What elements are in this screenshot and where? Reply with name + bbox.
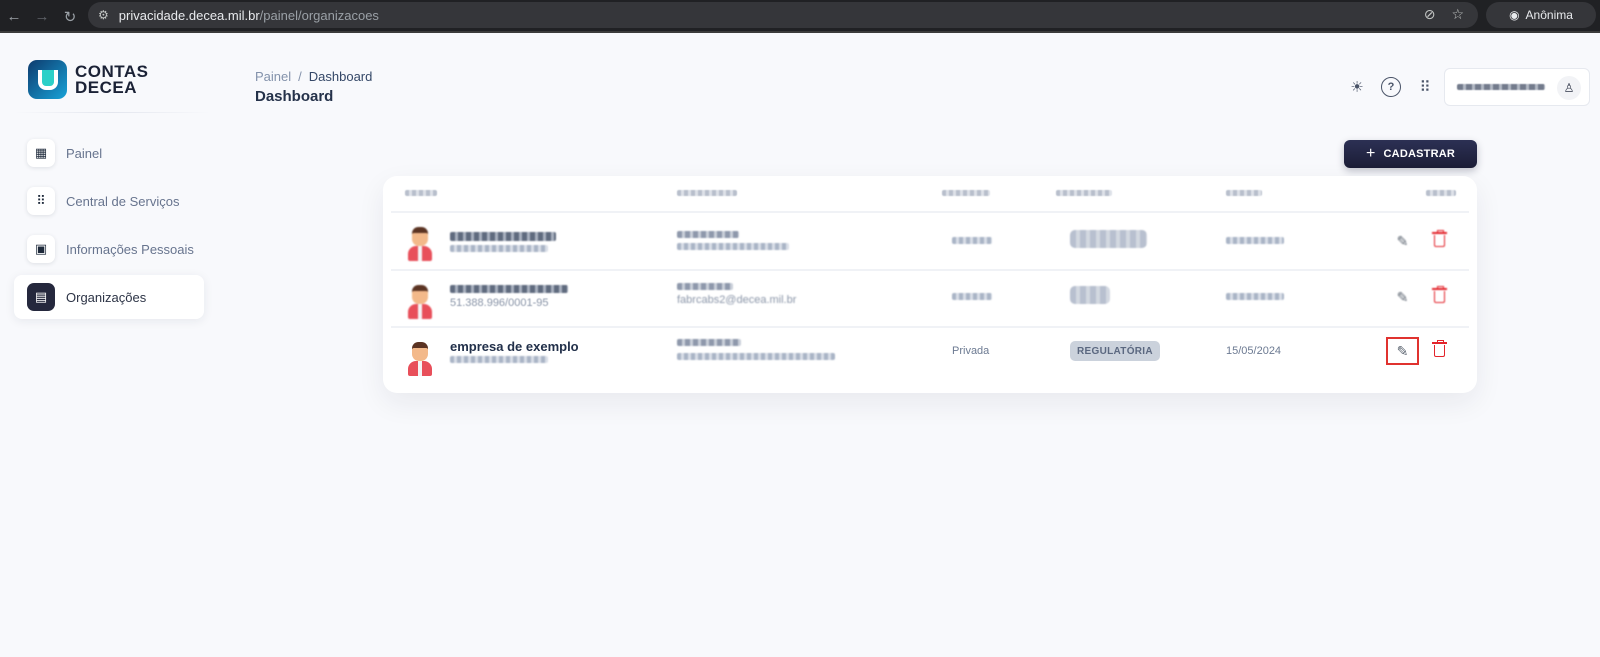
edit-button[interactable]: ✎ (1386, 227, 1419, 255)
sidebar-item-label: Informações Pessoais (66, 241, 194, 257)
pencil-icon: ✎ (1396, 288, 1409, 305)
sidebar-item-label: Central de Serviços (66, 193, 180, 209)
breadcrumb-current: Dashboard (308, 69, 373, 84)
column-header-redacted (1056, 190, 1112, 196)
address-bar[interactable]: ⚙ privacidade.decea.mil.br/painel/organi… (88, 2, 1478, 28)
delete-button[interactable] (1429, 337, 1449, 365)
help-icon[interactable]: ? (1381, 77, 1401, 97)
plus-icon: + (1365, 145, 1376, 162)
org-name: empresa de exemplo (450, 339, 579, 354)
table-row[interactable]: empresa de exemplo Privada REGULATÓRIA 1… (383, 328, 1477, 384)
tag-redacted (1070, 286, 1110, 304)
sidebar-item-organizacoes[interactable]: ▤ Organizações (14, 275, 204, 319)
column-header-redacted (405, 190, 437, 196)
trash-icon (1431, 230, 1447, 247)
category-badge: REGULATÓRIA (1070, 341, 1160, 361)
breadcrumb-separator: / (298, 69, 302, 84)
org-email: fabrcabs2@decea.mil.br (677, 294, 797, 306)
avatar (405, 227, 435, 261)
sidebar-item-central-servicos[interactable]: ⠿ Central de Serviços (14, 179, 204, 223)
avatar (405, 342, 435, 376)
org-cnpj: 51.388.996/0001-95 (450, 297, 549, 309)
avatar (405, 285, 435, 319)
type-redacted (952, 237, 992, 244)
sun-icon[interactable]: ☀ (1347, 77, 1367, 97)
column-header-redacted (677, 190, 737, 196)
column-header-redacted (1226, 190, 1262, 196)
breadcrumb: Painel / Dashboard (255, 69, 372, 84)
contact-redacted (677, 283, 733, 290)
app-logo[interactable]: CONTAS DECEA (28, 60, 149, 99)
contact-redacted (677, 339, 741, 346)
apps-menu-icon[interactable]: ⠿ (1415, 77, 1435, 97)
register-button[interactable]: + CADASTRAR (1344, 140, 1477, 168)
incognito-icon: ◉ (1509, 8, 1520, 22)
type-redacted (952, 293, 992, 300)
trash-icon (1431, 286, 1447, 303)
edit-button[interactable]: ✎ (1386, 337, 1419, 365)
user-name-redacted (1457, 84, 1545, 90)
sidebar-item-label: Organizações (66, 289, 147, 305)
email-redacted (677, 353, 835, 360)
site-settings-icon[interactable]: ⚙ (98, 8, 109, 22)
email-redacted (677, 243, 789, 250)
eye-off-icon[interactable]: ⊘ (1424, 6, 1436, 23)
delete-button[interactable] (1429, 283, 1449, 311)
reload-icon[interactable]: ↻ (56, 8, 84, 26)
user-icon: ♙ (1557, 76, 1581, 100)
grid-icon: ▦ (27, 139, 55, 167)
org-name-redacted (450, 232, 556, 241)
building-icon: ▤ (27, 283, 55, 311)
url-path: /painel/organizacoes (259, 7, 379, 23)
sidebar-divider (14, 112, 210, 113)
user-menu[interactable]: ♙ (1444, 68, 1590, 106)
table-row[interactable]: ✎ (383, 213, 1477, 269)
column-header-redacted (942, 190, 990, 196)
pencil-icon: ✎ (1396, 232, 1409, 249)
sidebar-item-label: Painel (66, 145, 103, 161)
forward-icon[interactable]: → (28, 8, 56, 25)
org-sub-redacted (450, 245, 548, 252)
edit-button[interactable]: ✎ (1386, 283, 1419, 311)
table-row[interactable]: 51.388.996/0001-95 fabrcabs2@decea.mil.b… (383, 271, 1477, 327)
back-icon[interactable]: ← (0, 8, 28, 25)
logo-text: CONTAS DECEA (75, 61, 149, 97)
apps-icon: ⠿ (27, 187, 55, 215)
incognito-label: Anônima (1525, 8, 1573, 22)
delete-button[interactable] (1429, 227, 1449, 255)
contact-redacted (677, 231, 739, 238)
star-icon[interactable]: ☆ (1451, 6, 1464, 23)
pencil-icon: ✎ (1396, 342, 1409, 359)
date-redacted (1226, 293, 1284, 300)
date-redacted (1226, 237, 1284, 244)
chrome-divider (0, 31, 1600, 33)
incognito-badge[interactable]: ◉ Anônima (1486, 2, 1596, 28)
sidebar-item-informacoes-pessoais[interactable]: ▣ Informações Pessoais (14, 227, 204, 271)
sidebar-item-painel[interactable]: ▦ Painel (14, 131, 204, 175)
org-type: Privada (952, 345, 990, 357)
organizations-table: ✎ 51.388.996/0001-95 fabrcabs2@decea.mil… (383, 176, 1477, 393)
trash-icon (1431, 340, 1447, 357)
logo-mark-icon (28, 60, 67, 99)
org-sub-redacted (450, 356, 548, 363)
register-button-label: CADASTRAR (1383, 148, 1455, 160)
column-header-redacted (1426, 190, 1456, 196)
url-host: privacidade.decea.mil.br (118, 7, 260, 23)
created-date: 15/05/2024 (1226, 345, 1282, 357)
org-name-redacted (450, 285, 568, 293)
page-title: Dashboard (255, 88, 334, 105)
tag-redacted (1070, 230, 1147, 248)
id-card-icon: ▣ (27, 235, 55, 263)
breadcrumb-root[interactable]: Painel (255, 69, 291, 84)
